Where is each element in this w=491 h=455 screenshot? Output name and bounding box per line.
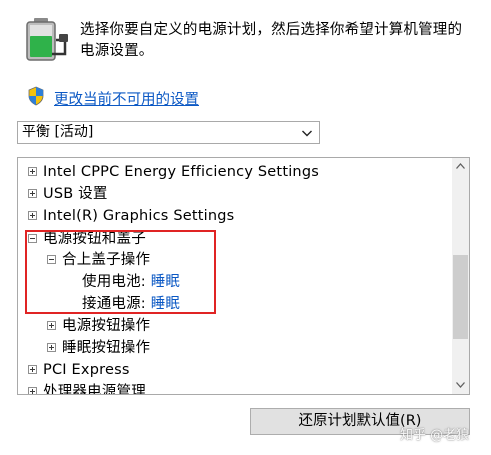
expand-toggle-icon[interactable] xyxy=(28,387,37,394)
tree-item-label: 处理器电源管理 xyxy=(43,384,146,395)
power-settings-tree[interactable]: Intel CPPC Energy Efficiency Settings US… xyxy=(17,157,470,395)
power-plan-select[interactable]: 平衡 [活动] xyxy=(17,121,320,144)
expand-toggle-icon[interactable] xyxy=(47,343,56,352)
intro-line-1: 选择你要自定义的电源计划，然后选择你希望计算机管理的 xyxy=(80,22,463,38)
power-plan-select-value: 平衡 [活动] xyxy=(22,124,94,140)
scroll-down-arrow-icon[interactable] xyxy=(452,377,469,394)
change-unavailable-settings-link[interactable]: 更改当前不可用的设置 xyxy=(54,88,199,109)
uac-shield-icon xyxy=(28,86,44,106)
setting-label: 使用电池: xyxy=(82,274,146,290)
collapse-toggle-icon[interactable] xyxy=(47,255,56,264)
chevron-down-icon xyxy=(302,130,312,137)
tree-item-label: Intel(R) Graphics Settings xyxy=(43,208,235,224)
tree-item-label: 合上盖子操作 xyxy=(62,252,151,268)
tree-item-label: PCI Express xyxy=(43,362,130,378)
intro-line-2: 电源设置。 xyxy=(80,43,154,59)
collapse-toggle-icon[interactable] xyxy=(28,234,37,243)
intro-description: 选择你要自定义的电源计划，然后选择你希望计算机管理的 电源设置。 xyxy=(80,20,480,62)
tree-item-label: 电源按钮和盖子 xyxy=(43,231,146,247)
setting-value-link[interactable]: 睡眠 xyxy=(151,274,180,290)
tree-item-label: 睡眠按钮操作 xyxy=(62,340,151,356)
scrollbar-thumb[interactable] xyxy=(453,255,468,339)
scroll-up-arrow-icon[interactable] xyxy=(452,158,469,175)
tree-item-label: Intel CPPC Energy Efficiency Settings xyxy=(43,164,319,180)
expand-toggle-icon[interactable] xyxy=(28,189,37,198)
tree-item-label: USB 设置 xyxy=(43,186,108,202)
vertical-scrollbar[interactable] xyxy=(452,158,469,394)
setting-value-link[interactable]: 睡眠 xyxy=(151,296,180,312)
expand-toggle-icon[interactable] xyxy=(28,167,37,176)
tree-item-label: 电源按钮操作 xyxy=(62,318,151,334)
expand-toggle-icon[interactable] xyxy=(47,321,56,330)
setting-label: 接通电源: xyxy=(82,296,146,312)
battery-plug-icon xyxy=(26,18,68,61)
expand-toggle-icon[interactable] xyxy=(28,211,37,220)
watermark: 知乎 @老狼 xyxy=(400,428,470,443)
expand-toggle-icon[interactable] xyxy=(28,365,37,374)
